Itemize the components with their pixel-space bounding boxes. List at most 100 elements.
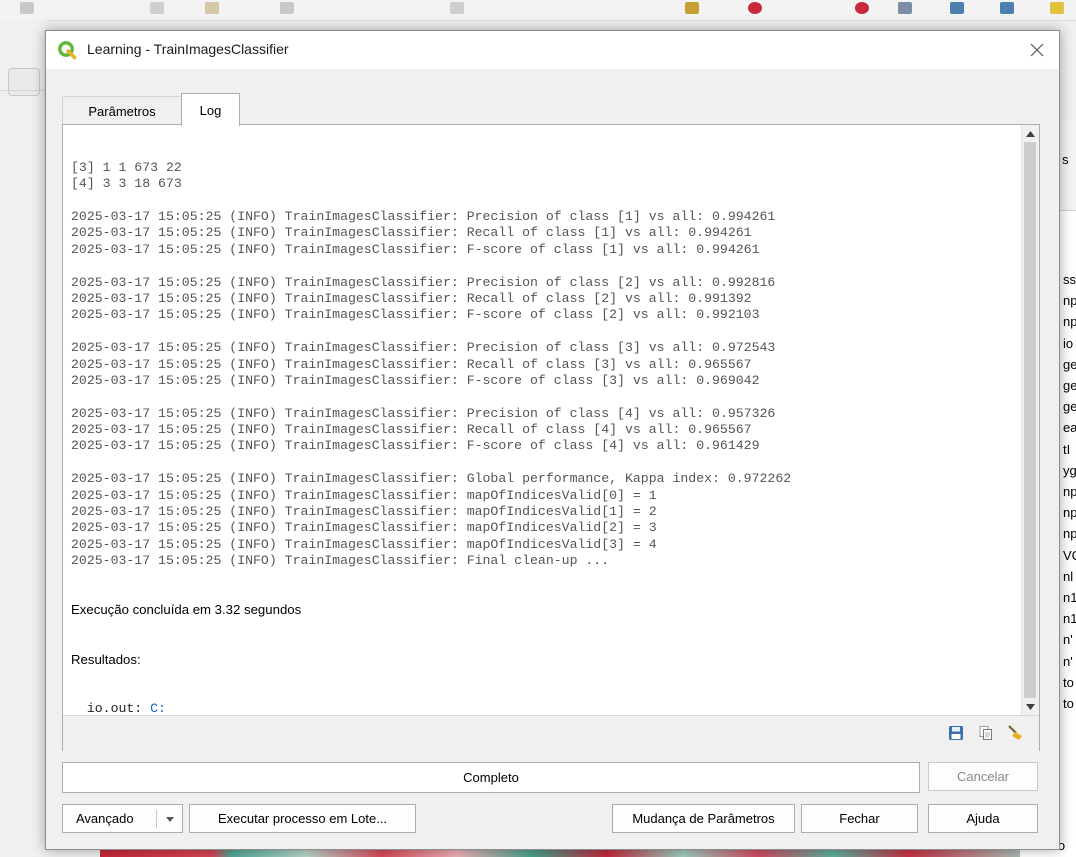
help-button[interactable]: Ajuda xyxy=(928,804,1038,833)
panel-item: n1 xyxy=(1063,611,1076,627)
log-line: 2025-03-17 15:05:25 (INFO) TrainImagesCl… xyxy=(71,438,760,454)
log-line: 2025-03-17 15:05:25 (INFO) TrainImagesCl… xyxy=(71,504,657,520)
train-images-classifier-dialog: Learning - TrainImagesClassifier Parâmet… xyxy=(45,30,1060,850)
log-line: 2025-03-17 15:05:25 (INFO) TrainImagesCl… xyxy=(71,520,657,536)
tool-icon xyxy=(8,68,40,96)
panel-item: n' xyxy=(1063,653,1073,669)
log-line: [3] 1 1 673 22 xyxy=(71,159,182,175)
log-blank-line xyxy=(71,324,1015,340)
log-line: [4] 3 3 18 673 xyxy=(71,176,182,192)
log-scrollbar[interactable] xyxy=(1021,125,1039,715)
tab-label: Parâmetros xyxy=(88,103,156,119)
panel-item: to xyxy=(1063,696,1074,711)
save-log-button[interactable] xyxy=(947,724,965,742)
change-parameters-button[interactable]: Mudança de Parâmetros xyxy=(612,804,795,833)
log-line: 2025-03-17 15:05:25 (INFO) TrainImagesCl… xyxy=(71,225,752,241)
close-window-button[interactable] xyxy=(1015,31,1059,69)
log-line: 2025-03-17 15:05:25 (INFO) TrainImagesCl… xyxy=(71,536,657,552)
log-line: 2025-03-17 15:05:25 (INFO) TrainImagesCl… xyxy=(71,553,610,569)
progress-text: Completo xyxy=(463,770,519,785)
log-line: 2025-03-17 15:05:25 (INFO) TrainImagesCl… xyxy=(71,422,752,438)
run-batch-button[interactable]: Executar processo em Lote... xyxy=(189,804,416,833)
panel-item: n1 xyxy=(1063,590,1076,605)
log-line: 2025-03-17 15:05:25 (INFO) TrainImagesCl… xyxy=(71,356,752,372)
panel-item: n' xyxy=(1063,632,1073,648)
scroll-down-button[interactable] xyxy=(1022,698,1039,715)
toolbar-icon xyxy=(855,2,869,14)
clear-log-button[interactable] xyxy=(1007,724,1025,742)
dropdown-separator xyxy=(156,810,157,828)
tab-parametros[interactable]: Parâmetros xyxy=(62,96,182,125)
log-line: 2025-03-17 15:05:25 (INFO) TrainImagesCl… xyxy=(71,241,760,257)
result-label: io.out: xyxy=(71,700,151,713)
button-label: Fechar xyxy=(839,811,880,826)
log-text[interactable]: [3] 1 1 673 22 [4] 3 3 18 673 2025-03-17 1… xyxy=(71,127,1015,713)
panel-item: ge xyxy=(1063,399,1076,415)
panel-item: ea xyxy=(1063,420,1076,436)
scroll-up-button[interactable] xyxy=(1022,125,1039,142)
toolbar-icon xyxy=(205,2,219,14)
panel-item: yg xyxy=(1063,462,1076,478)
copy-icon xyxy=(979,726,992,740)
log-line: 2025-03-17 15:05:25 (INFO) TrainImagesCl… xyxy=(71,487,657,503)
scroll-thumb[interactable] xyxy=(1024,142,1036,698)
eye-icon xyxy=(898,2,912,14)
log-footer-toolbar xyxy=(63,715,1039,751)
result-path-link[interactable]: C: xyxy=(150,701,166,713)
progress-bar: Completo xyxy=(62,762,920,793)
toolbar-icon xyxy=(280,2,294,14)
log-blank-line xyxy=(71,389,1015,405)
divider xyxy=(0,90,46,91)
panel-item: np xyxy=(1063,505,1076,521)
qgis-logo-icon xyxy=(58,41,77,60)
log-blank-line xyxy=(71,193,1015,209)
log-panel: [3] 1 1 673 22 [4] 3 3 18 673 2025-03-17 1… xyxy=(62,124,1040,751)
log-line: 2025-03-17 15:05:25 (INFO) TrainImagesCl… xyxy=(71,372,760,388)
copy-log-button[interactable] xyxy=(977,724,995,742)
panel-item: ge xyxy=(1063,378,1076,393)
panel-item: ge xyxy=(1063,356,1076,372)
tab-label: Log xyxy=(199,102,222,118)
panel-item: ss xyxy=(1063,272,1076,287)
result-line: io.out: C: xyxy=(71,701,1015,713)
clear-icon xyxy=(1008,725,1022,740)
panel-item: io xyxy=(1063,335,1074,351)
button-label: Mudança de Parâmetros xyxy=(632,811,775,826)
log-line: 2025-03-17 15:05:25 (INFO) TrainImagesCl… xyxy=(71,340,776,356)
toolbar-icon xyxy=(450,2,464,14)
log-line: 2025-03-17 15:05:25 (INFO) TrainImagesCl… xyxy=(71,274,776,290)
tab-log[interactable]: Log xyxy=(181,93,240,126)
summary-line: Resultados: xyxy=(71,651,141,667)
log-blank-line xyxy=(71,258,1015,274)
toolbar-icon xyxy=(150,2,164,14)
toolbar-icon xyxy=(1000,2,1014,14)
button-label: Cancelar xyxy=(956,769,1010,784)
panel-label: s xyxy=(1062,152,1069,167)
chevron-down-icon xyxy=(166,817,174,822)
title-bar: Learning - TrainImagesClassifier xyxy=(46,31,1059,69)
advanced-dropdown-button[interactable]: Avançado xyxy=(62,804,183,833)
close-button[interactable]: Fechar xyxy=(801,804,918,833)
log-blank-line xyxy=(71,455,1015,471)
arrow-down-icon xyxy=(1026,703,1035,710)
log-line: 2025-03-17 15:05:25 (INFO) TrainImagesCl… xyxy=(71,208,776,224)
panel-item: to xyxy=(1063,674,1074,690)
log-line: 2025-03-17 15:05:25 (INFO) TrainImagesCl… xyxy=(71,405,776,421)
close-icon xyxy=(1030,43,1044,57)
panel-item: VC xyxy=(1063,547,1076,563)
panel-item: tI xyxy=(1063,441,1071,457)
button-label: Executar processo em Lote... xyxy=(217,811,388,826)
panel-item: np xyxy=(1063,484,1076,499)
save-icon xyxy=(949,726,963,740)
window-title: Learning - TrainImagesClassifier xyxy=(87,41,289,57)
arrow-up-icon xyxy=(1026,130,1035,137)
background-left-strip xyxy=(0,20,46,857)
log-line: 2025-03-17 15:05:25 (INFO) TrainImagesCl… xyxy=(71,290,752,306)
panel-item: nl xyxy=(1063,568,1074,584)
cancel-button[interactable]: Cancelar xyxy=(928,762,1038,791)
toolbar-icon xyxy=(20,2,34,14)
log-line: 2025-03-17 15:05:25 (INFO) TrainImagesCl… xyxy=(71,307,760,323)
panel-item: np xyxy=(1063,526,1076,542)
background-toolbar xyxy=(0,0,1076,21)
log-line: 2025-03-17 15:05:25 (INFO) TrainImagesCl… xyxy=(71,471,792,487)
